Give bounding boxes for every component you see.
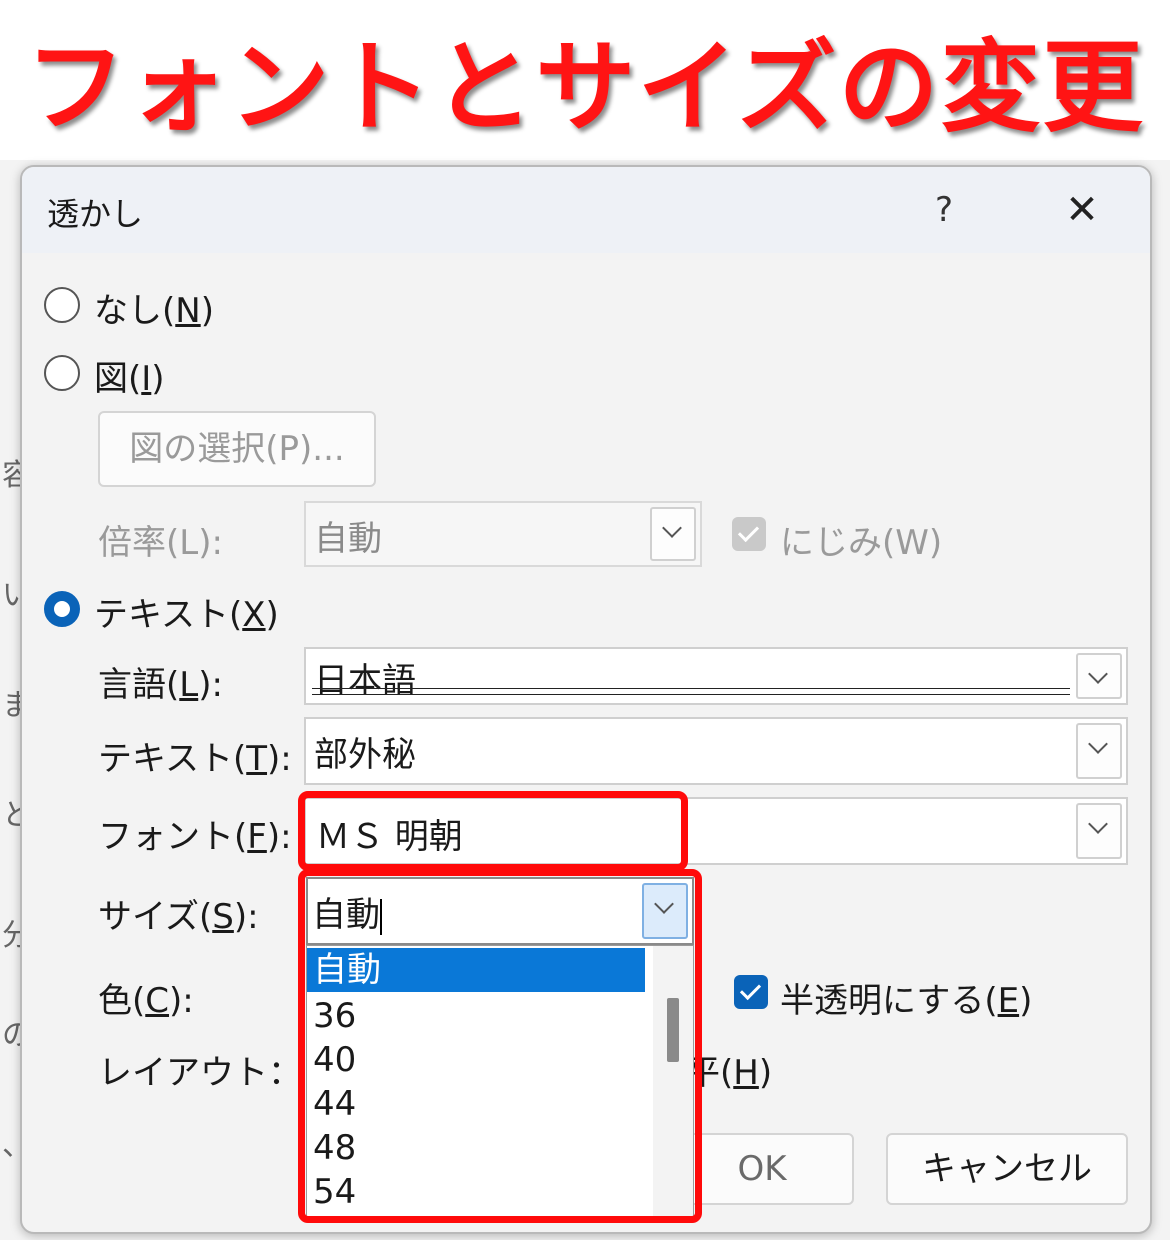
color-label: 色(C): bbox=[98, 981, 194, 1021]
ok-button[interactable]: OK bbox=[670, 1133, 854, 1205]
size-label: サイズ(S): bbox=[98, 897, 259, 937]
radio-text-label[interactable]: テキスト(X) bbox=[94, 587, 279, 636]
chevron-down-icon[interactable] bbox=[642, 883, 688, 939]
scrollbar-thumb[interactable] bbox=[667, 998, 679, 1062]
text-label: テキスト(T): bbox=[98, 739, 292, 779]
dialog-title: 透かし bbox=[47, 195, 144, 233]
dropdown-scrollbar[interactable] bbox=[653, 946, 693, 1216]
layout-label: レイアウト： bbox=[98, 1053, 302, 1093]
semitransparent-checkbox[interactable] bbox=[734, 975, 768, 1009]
font-value: ＭＳ 明朝 bbox=[316, 817, 463, 857]
semitransparent-label[interactable]: 半透明にする(E) bbox=[780, 973, 1032, 1022]
radio-picture-label[interactable]: 図(I) bbox=[94, 351, 165, 400]
select-picture-button[interactable]: 図の選択(P)... bbox=[98, 411, 376, 487]
radio-picture[interactable] bbox=[44, 355, 80, 391]
size-option[interactable]: 36 bbox=[307, 994, 645, 1038]
size-option[interactable]: 48 bbox=[307, 1126, 645, 1170]
dialog-titlebar: 透かし ? ✕ bbox=[22, 167, 1150, 253]
size-option[interactable]: 54 bbox=[307, 1170, 645, 1214]
text-combo[interactable]: 部外秘 bbox=[304, 717, 1128, 785]
size-dropdown-list[interactable]: 自動 36 40 44 48 54 bbox=[306, 945, 694, 1217]
size-option[interactable]: 40 bbox=[307, 1038, 645, 1082]
washout-checkbox[interactable] bbox=[732, 517, 766, 551]
radio-none[interactable] bbox=[44, 287, 80, 323]
size-option-auto[interactable]: 自動 bbox=[307, 948, 645, 992]
language-underline bbox=[312, 688, 1070, 695]
radio-none-label[interactable]: なし(N) bbox=[94, 283, 214, 332]
language-combo[interactable]: 日本語 bbox=[304, 647, 1128, 705]
radio-text[interactable] bbox=[44, 591, 80, 627]
chevron-down-icon[interactable] bbox=[650, 507, 696, 561]
horizontal-radio-label[interactable]: 平(H) bbox=[686, 1045, 772, 1094]
close-button[interactable]: ✕ bbox=[1052, 185, 1112, 235]
chevron-down-icon[interactable] bbox=[1076, 803, 1122, 859]
chevron-down-icon[interactable] bbox=[1076, 723, 1122, 779]
banner-title: フォントとサイズの変更 bbox=[25, 29, 1145, 146]
scale-value: 自動 bbox=[314, 519, 382, 559]
scale-label: 倍率(L): bbox=[98, 523, 223, 563]
size-option[interactable]: 44 bbox=[307, 1082, 645, 1126]
size-value: 自動 bbox=[312, 895, 382, 935]
watermark-dialog: 透かし ? ✕ なし(N) 図(I) 図の選択(P)... 倍率(L): 自動 … bbox=[20, 165, 1152, 1234]
size-combo[interactable]: 自動 bbox=[306, 877, 694, 945]
font-combo[interactable]: ＭＳ 明朝 bbox=[304, 797, 1128, 865]
font-label: フォント(F): bbox=[98, 817, 292, 857]
washout-label[interactable]: にじみ(W) bbox=[780, 515, 942, 564]
help-button[interactable]: ? bbox=[914, 185, 974, 235]
cancel-button[interactable]: キャンセル bbox=[886, 1133, 1128, 1205]
chevron-down-icon[interactable] bbox=[1076, 653, 1122, 699]
text-value: 部外秘 bbox=[314, 735, 416, 775]
language-label: 言語(L): bbox=[98, 665, 223, 705]
scale-combo[interactable]: 自動 bbox=[304, 501, 702, 567]
